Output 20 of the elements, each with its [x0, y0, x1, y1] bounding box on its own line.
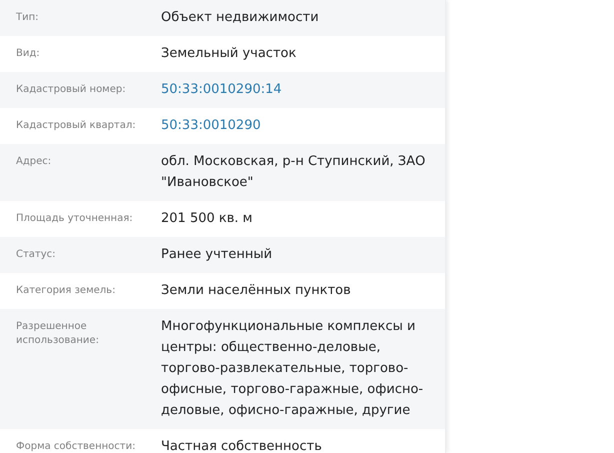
field-label: Разрешенное использование: — [16, 320, 100, 348]
field-label: Кадастровый номер: — [16, 83, 127, 97]
field-label: Кадастровый квартал: — [16, 119, 137, 133]
field-value: Многофункциональные комплексы и центры: общественно-деловые, торгово-развлекательные, торгово-офисные, торгово-гаражные, офисно-деловые, офисно-гаражные, другие — [161, 318, 424, 420]
field-label: Вид: — [16, 47, 41, 61]
field-label: Категория земель: — [16, 284, 116, 298]
field-value: Частная собственность — [161, 438, 323, 453]
field-value: Объект недвижимости — [161, 9, 320, 27]
field-label: Площадь уточненная: — [16, 212, 134, 226]
field-value: 201 500 кв. м — [161, 210, 254, 228]
field-label: Адрес: — [16, 155, 52, 169]
field-value: обл. Московская, р-н Ступинский, ЗАО "Ивановское" — [161, 153, 426, 192]
field-label: Тип: — [16, 11, 40, 25]
field-value: Ранее учтенный — [161, 246, 274, 264]
value-link[interactable]: 50:33:0010290 — [161, 115, 433, 136]
field-value: Земли населённых пунктов — [161, 282, 352, 300]
field-label: Форма собственности: — [16, 440, 136, 453]
value-link[interactable]: 50:33:0010290:14 — [161, 79, 433, 100]
field-label: Статус: — [16, 248, 57, 262]
field-value: Земельный участок — [161, 45, 298, 63]
